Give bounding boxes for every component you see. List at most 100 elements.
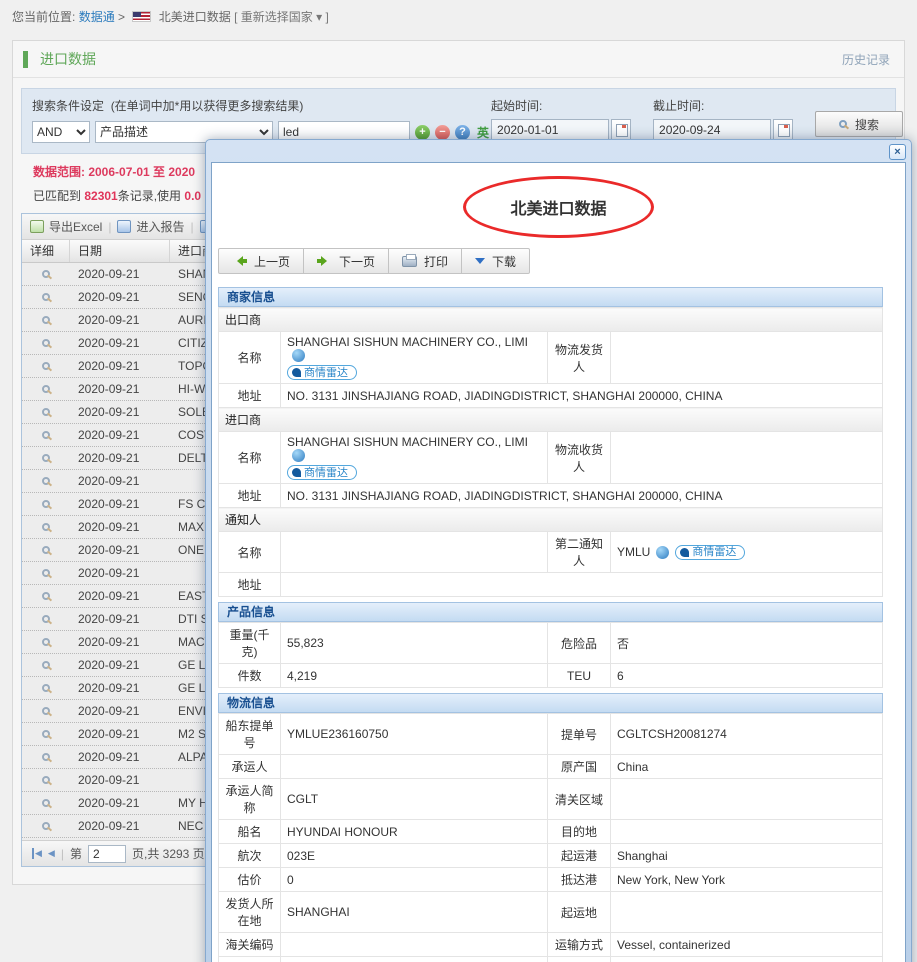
field-value: Shanghai — [611, 844, 883, 868]
reselect-country-dropdown[interactable]: [ 重新选择国家 ▾ ] — [234, 10, 329, 24]
search-button[interactable]: 搜索 — [815, 111, 903, 137]
next-page-button[interactable]: 下一页 — [303, 248, 389, 274]
globe-icon[interactable] — [292, 449, 305, 462]
row-date: 2020-09-21 — [70, 543, 170, 557]
modal-title-area: 北美进口数据 — [212, 176, 905, 238]
field-value — [611, 820, 883, 844]
info-row: 集装箱信息YMLU9513585/45/YMAH132286抵港日期2020-0… — [219, 957, 883, 962]
field-label: 第二通知人 — [548, 532, 611, 573]
field-value: 6 — [611, 664, 883, 688]
field-label: 估价 — [219, 868, 281, 892]
market-radar-button[interactable]: 商情雷达 — [287, 365, 357, 380]
magnifier-icon[interactable] — [42, 500, 50, 508]
search-left: 搜索条件设定 (在单词中加*用以获得更多搜索结果) AND 产品描述 + − ?… — [32, 97, 491, 143]
remove-condition-icon[interactable]: − — [435, 125, 450, 140]
row-date: 2020-09-21 — [70, 750, 170, 764]
second-notify-cell: YMLU 商情雷达 — [611, 532, 883, 573]
field-value: 否 — [611, 623, 883, 664]
info-row: 船名HYUNDAI HONOUR目的地 — [219, 820, 883, 844]
calendar-icon[interactable] — [611, 119, 631, 140]
help-icon[interactable]: ? — [455, 125, 470, 140]
enter-report-button[interactable]: 进入报告 — [117, 218, 184, 235]
row-date: 2020-09-21 — [70, 773, 170, 787]
magnifier-icon[interactable] — [42, 523, 50, 531]
close-icon[interactable]: × — [889, 144, 906, 160]
magnifier-icon[interactable] — [42, 661, 50, 669]
field-label: 集装箱信息 — [219, 957, 281, 962]
magnifier-icon[interactable] — [42, 546, 50, 554]
radar-icon — [680, 548, 689, 557]
importer-subheader: 进口商 — [219, 408, 883, 432]
magnifier-icon[interactable] — [42, 293, 50, 301]
exporter-name: SHANGHAI SISHUN MACHINERY CO., LIMI — [287, 335, 528, 349]
magnifier-icon[interactable] — [42, 638, 50, 646]
magnifier-icon[interactable] — [42, 707, 50, 715]
modal-inner: 北美进口数据 上一页 下一页 打印 下载 商家信 — [211, 162, 906, 962]
row-date: 2020-09-21 — [70, 635, 170, 649]
magnifier-icon[interactable] — [42, 408, 50, 416]
print-button[interactable]: 打印 — [388, 248, 462, 274]
page-number-input[interactable] — [88, 845, 126, 863]
magnifier-icon[interactable] — [42, 385, 50, 393]
first-page-icon[interactable]: ◀ — [32, 848, 42, 859]
magnifier-icon[interactable] — [42, 477, 50, 485]
magnifier-icon[interactable] — [42, 316, 50, 324]
magnifier-icon[interactable] — [42, 753, 50, 761]
field-label: 提单号 — [548, 714, 611, 755]
modal-content: 商家信息 出口商 名称 SHANGHAI SISHUN MACHINERY CO… — [218, 287, 883, 962]
info-row: 海关编码运输方式Vessel, containerized — [219, 933, 883, 957]
magnifier-icon[interactable] — [42, 730, 50, 738]
row-date: 2020-09-21 — [70, 658, 170, 672]
operator-select[interactable]: AND — [32, 121, 90, 143]
calendar-icon[interactable] — [773, 119, 793, 140]
export-excel-button[interactable]: 导出Excel — [30, 218, 102, 235]
prev-page-icon[interactable]: ◀ — [48, 848, 55, 859]
magnifier-icon[interactable] — [42, 776, 50, 784]
magnifier-icon[interactable] — [42, 822, 50, 830]
field-value: China — [611, 755, 883, 779]
field-label: 地址 — [219, 384, 281, 408]
row-date: 2020-09-21 — [70, 359, 170, 373]
field-label: 海关编码 — [219, 933, 281, 957]
row-date: 2020-09-21 — [70, 589, 170, 603]
field-value: 4,219 — [281, 664, 548, 688]
globe-icon[interactable] — [656, 546, 669, 559]
magnifier-icon[interactable] — [42, 799, 50, 807]
magnifier-icon[interactable] — [42, 615, 50, 623]
notify-address-row: 地址 — [219, 573, 883, 597]
importer-address-row: 地址 NO. 3131 JINSHAJIANG ROAD, JIADINGDIS… — [219, 484, 883, 508]
download-button[interactable]: 下载 — [461, 248, 530, 274]
column-date[interactable]: 日期 — [70, 240, 170, 262]
row-date: 2020-09-21 — [70, 313, 170, 327]
history-link[interactable]: 历史记录 — [842, 51, 890, 68]
english-toggle[interactable]: 英 — [475, 124, 491, 141]
magnifier-icon[interactable] — [42, 569, 50, 577]
magnifier-icon[interactable] — [42, 270, 50, 278]
magnifier-icon[interactable] — [42, 362, 50, 370]
row-date: 2020-09-21 — [70, 451, 170, 465]
field-label: 起运地 — [548, 892, 611, 933]
end-date-input[interactable] — [653, 119, 771, 140]
column-detail[interactable]: 详细 — [22, 240, 70, 262]
field-value: 023E — [281, 844, 548, 868]
magnifier-icon[interactable] — [42, 592, 50, 600]
info-row: 船东提单号YMLUE236160750提单号CGLTCSH20081274 — [219, 714, 883, 755]
row-date: 2020-09-21 — [70, 796, 170, 810]
magnifier-icon[interactable] — [42, 454, 50, 462]
magnifier-icon[interactable] — [42, 339, 50, 347]
globe-icon[interactable] — [292, 349, 305, 362]
field-value: New York, New York — [611, 868, 883, 892]
row-date: 2020-09-21 — [70, 704, 170, 718]
row-date: 2020-09-21 — [70, 336, 170, 350]
start-date-input[interactable] — [491, 119, 609, 140]
field-label: 船名 — [219, 820, 281, 844]
market-radar-button[interactable]: 商情雷达 — [675, 545, 745, 560]
magnifier-icon[interactable] — [42, 684, 50, 692]
field-value: CGLTCSH20081274 — [611, 714, 883, 755]
prev-page-button[interactable]: 上一页 — [218, 248, 304, 274]
add-condition-icon[interactable]: + — [415, 125, 430, 140]
magnifier-icon[interactable] — [42, 431, 50, 439]
field-value: 55,823 — [281, 623, 548, 664]
breadcrumb-home-link[interactable]: 数据通 — [79, 10, 115, 24]
market-radar-button[interactable]: 商情雷达 — [287, 465, 357, 480]
